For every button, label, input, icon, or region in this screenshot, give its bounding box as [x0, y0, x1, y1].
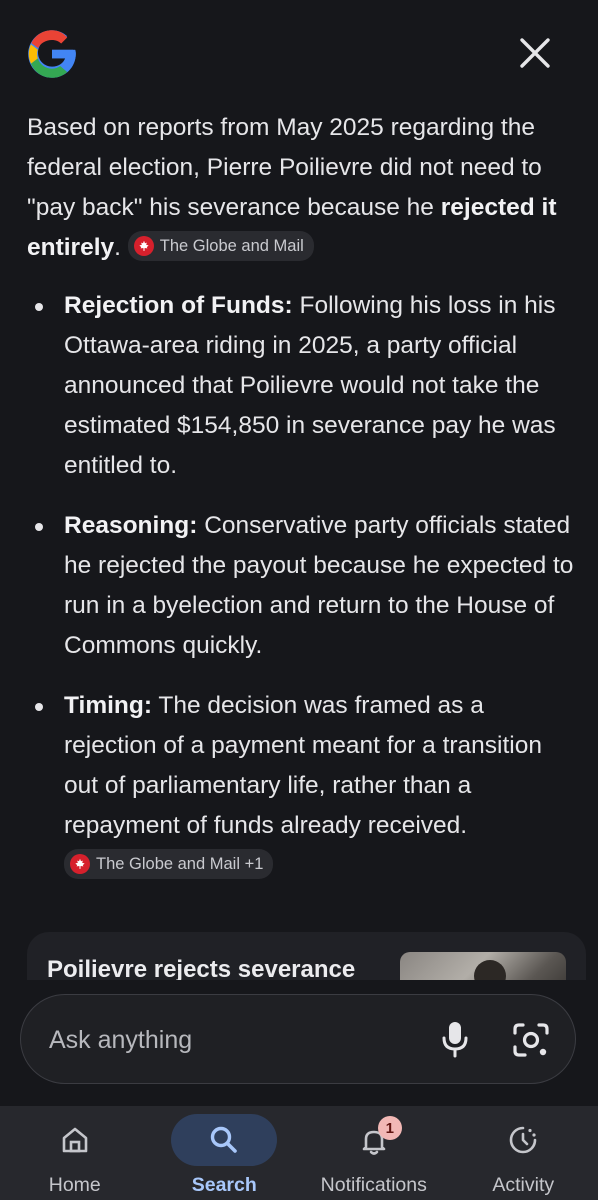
ask-bar[interactable]	[20, 994, 576, 1084]
list-item: Reasoning: Conservative party officials …	[27, 506, 577, 666]
activity-icon	[509, 1126, 537, 1154]
maple-leaf-icon	[70, 854, 90, 874]
source-chip-label: The Globe and Mail +1	[96, 855, 264, 873]
source-chip[interactable]: The Globe and Mail +1	[64, 849, 274, 879]
answer-intro: Based on reports from May 2025 regarding…	[27, 108, 577, 268]
bullet-icon	[35, 523, 43, 531]
ask-input[interactable]	[47, 1019, 411, 1061]
point-text: Following his loss in his Ottawa-area ri…	[64, 292, 556, 479]
nav-label: Notifications	[320, 1174, 427, 1196]
intro-end: .	[114, 234, 121, 261]
nav-item-activity[interactable]: Activity	[449, 1106, 598, 1200]
lens-icon[interactable]	[511, 1021, 551, 1059]
point-title: Timing:	[64, 692, 153, 719]
nav-item-home[interactable]: Home	[0, 1106, 150, 1200]
bottom-nav: Home Search 1 Notifications Activity	[0, 1106, 598, 1200]
answer-points: Rejection of Funds: Following his loss i…	[27, 286, 577, 886]
nav-item-search[interactable]: Search	[150, 1106, 300, 1200]
source-chip-label: The Globe and Mail	[159, 237, 304, 255]
ask-bar-container	[0, 980, 598, 1106]
mic-icon[interactable]	[439, 1019, 471, 1059]
list-item: Rejection of Funds: Following his loss i…	[27, 286, 577, 486]
bullet-icon	[35, 303, 43, 311]
close-icon[interactable]	[512, 30, 558, 76]
source-chip[interactable]: The Globe and Mail	[127, 231, 314, 261]
google-g-icon	[28, 30, 76, 78]
list-item: Timing: The decision was framed as a rej…	[27, 686, 577, 886]
nav-item-notifications[interactable]: 1 Notifications	[299, 1106, 449, 1200]
nav-label: Home	[48, 1174, 101, 1196]
point-title: Rejection of Funds:	[64, 292, 293, 319]
home-icon	[62, 1127, 88, 1153]
notification-badge: 1	[377, 1116, 402, 1140]
point-title: Reasoning:	[64, 512, 198, 539]
bullet-icon	[35, 703, 43, 711]
maple-leaf-icon	[133, 236, 154, 256]
ai-answer: Based on reports from May 2025 regarding…	[27, 108, 577, 906]
nav-label: Activity	[492, 1174, 555, 1196]
nav-label: Search	[191, 1174, 257, 1196]
search-icon	[211, 1126, 238, 1153]
top-bar	[0, 0, 598, 100]
